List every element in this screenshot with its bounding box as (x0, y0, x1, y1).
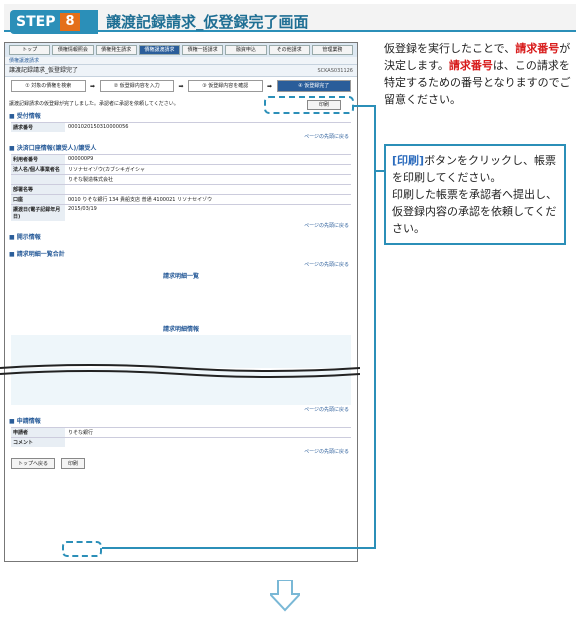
table-row: 法人名/個人事業者名 リソナセイゾウ(カブシキガイシャ (11, 164, 351, 174)
bottom-buttons: トップへ戻る 印刷 (5, 456, 357, 471)
step-header: STEP 8 譲渡記録請求_仮登録完了画面 (4, 4, 576, 34)
table-row: りそな製造株式会社 (11, 174, 351, 184)
page-top-link[interactable]: ページの先頭に戻る (5, 447, 357, 456)
req-value: 0001020150310000056 (68, 124, 129, 130)
row-value: 0010 りそな銀行 134 貴船支店 普通 4100021 リソナセイゾウ (68, 197, 213, 203)
print-button-bottom[interactable]: 印刷 (61, 458, 86, 469)
tab-admin[interactable]: 管理業務 (311, 45, 353, 55)
table-row: 譲渡日(電子記録年月日) 2015/03/19 (11, 204, 351, 221)
tab-other[interactable]: その他請求 (268, 45, 310, 55)
row-value: 2015/03/19 (68, 206, 97, 212)
list-title: 請求明細一覧 (162, 273, 199, 280)
page-top-link[interactable]: ページの先頭に戻る (5, 260, 357, 269)
row-label: 譲渡日(電子記録年月日) (11, 205, 65, 221)
req-label: 請求番号 (11, 123, 65, 132)
wave-break-icon (0, 364, 360, 378)
connector-line (354, 105, 374, 107)
tab-bulk[interactable]: 債権一括請求 (182, 45, 224, 55)
screen-title: 譲渡記録請求_仮登録完了 SCKAS031126 (5, 65, 357, 77)
back-to-top-button[interactable]: トップへ戻る (11, 458, 56, 469)
step-2: ② 仮登録内容を入力 (99, 80, 174, 92)
row-value: りそな銀行 (68, 430, 94, 436)
section-disclosure: ■ 開示情報 (9, 234, 41, 241)
step-label: STEP (16, 14, 56, 30)
page-top-link[interactable]: ページの先頭に戻る (5, 132, 357, 141)
screen-title-text: 譲渡記録請求_仮登録完了 (9, 67, 79, 74)
wave-gap (5, 282, 357, 322)
row-label (11, 175, 65, 184)
main-tabs: トップ 債権情報照会 債権発生請求 債権譲渡請求 債権一括請求 融資申込 その他… (5, 43, 357, 57)
print-label-ref: [印刷] (392, 154, 425, 167)
row-value: りそな製造株式会社 (68, 177, 114, 183)
page-top-link[interactable]: ページの先頭に戻る (5, 221, 357, 230)
row-value (65, 185, 351, 194)
table-row: 申請者 りそな銀行 (11, 427, 351, 437)
row-value: 000000P9 (68, 156, 94, 162)
step-1: ① 対象の債権を検索 (11, 80, 86, 92)
arrow-icon: ➡ (89, 82, 96, 90)
tab-top[interactable]: トップ (9, 45, 51, 55)
screen-id: SCKAS031126 (317, 68, 353, 74)
row-label: 部署名等 (11, 185, 65, 194)
down-arrow-icon (270, 580, 300, 612)
row-label: 法人名/個人事業者名 (11, 165, 65, 174)
explain-text: 仮登録を実行したことで、請求番号が決定します。請求番号は、この請求を特定するため… (384, 40, 572, 108)
page-title: 譲渡記録請求_仮登録完了画面 (106, 13, 309, 31)
row-label: コメント (11, 438, 65, 447)
tab-inquiry[interactable]: 債権情報照会 (52, 45, 94, 55)
tab-loan[interactable]: 融資申込 (225, 45, 267, 55)
progress-steps: ① 対象の債権を検索 ➡ ② 仮登録内容を入力 ➡ ③ 仮登録内容を確認 ➡ ④ 仮登… (11, 80, 351, 92)
table-row: 請求番号 0001020150310000056 (11, 122, 351, 132)
table-row: 部署名等 (11, 184, 351, 194)
explain-part: 仮登録を実行したことで、 (384, 42, 516, 55)
table-row: 口座 0010 りそな銀行 134 貴船支店 普通 4100021 リソナセイゾウ (11, 194, 351, 204)
arrow-icon: ➡ (178, 82, 184, 90)
table-row: 利用者番号 000000P9 (11, 154, 351, 164)
app-screenshot: トップ 債権情報照会 債権発生請求 債権譲渡請求 債権一括請求 融資申込 その他… (4, 42, 358, 562)
subnav[interactable]: 債権譲渡請求 (5, 57, 357, 65)
step-4: ④ 仮登録完了 (276, 80, 351, 92)
section-summary: ■ 請求明細一覧合計 (9, 251, 65, 258)
instruction-box: [印刷]ボタンをクリックし、帳票を印刷してください。 印刷した帳票を承認者へ提出し… (384, 144, 566, 245)
connector-line (376, 170, 384, 172)
row-label: 申請者 (11, 428, 65, 437)
arrow-icon: ➡ (266, 82, 273, 90)
section-apply: ■ 申請情報 (9, 418, 41, 425)
explain-highlight: 請求番号 (515, 42, 560, 55)
row-value (65, 438, 351, 447)
detail-section: 請求明細情報 (162, 326, 199, 333)
instruction-text: 印刷した帳票を承認者へ提出し、仮登録内容の承認を依頼してください。 (392, 188, 557, 235)
highlight-print-top (264, 96, 354, 114)
explain-highlight: 請求番号 (448, 59, 493, 72)
step-badge: STEP 8 (10, 10, 98, 34)
tab-issue[interactable]: 債権発生請求 (95, 45, 137, 55)
step-3: ③ 仮登録内容を確認 (188, 80, 263, 92)
row-label: 利用者番号 (11, 155, 65, 164)
step-number: 8 (60, 13, 80, 31)
highlight-print-bottom (62, 541, 102, 557)
tab-transfer[interactable]: 債権譲渡請求 (138, 45, 180, 55)
row-value: リソナセイゾウ(カブシキガイシャ (68, 167, 145, 173)
connector-line (102, 547, 376, 549)
page-top-link[interactable]: ページの先頭に戻る (5, 405, 357, 414)
row-label: 口座 (11, 195, 65, 204)
table-row: コメント (11, 437, 351, 447)
section-account: ■ 決済口座情報(譲受人)/譲受人 (9, 145, 97, 152)
